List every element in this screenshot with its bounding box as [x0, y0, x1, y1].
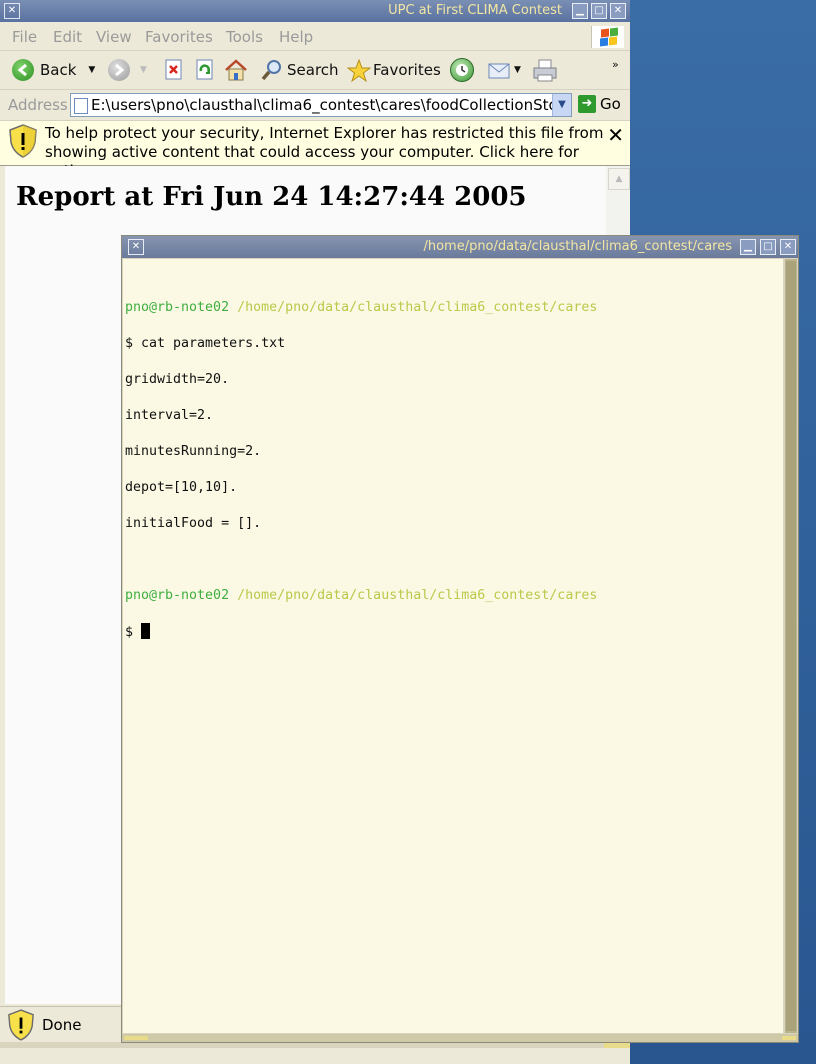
favorites-label: Favorites [373, 61, 441, 79]
terminal-scroll-thumb[interactable] [786, 261, 796, 1031]
mail-icon [488, 59, 510, 81]
ie-system-menu-icon[interactable]: ✕ [4, 3, 20, 19]
menu-tools[interactable]: Tools [226, 28, 263, 46]
ie-title-bar[interactable]: ✕ UPC at First CLIMA Contest ▁ □ ✕ [0, 0, 630, 22]
address-value: E:\users\pno\clausthal\clima6_contest\ca… [91, 96, 572, 114]
ie-maximize-button[interactable]: □ [591, 3, 607, 19]
standard-toolbar: Back ▼ ▼ Search Favorites ▼ » [0, 51, 630, 90]
stop-button[interactable] [163, 57, 185, 83]
address-bar: Address E:\users\pno\clausthal\clima6_co… [0, 90, 630, 121]
report-heading: Report at Fri Jun 24 14:27:44 2005 [16, 182, 527, 212]
home-icon [224, 59, 247, 81]
terminal-output[interactable]: pno@rb-note02 /home/pno/data/clausthal/c… [123, 259, 783, 1033]
terminal-system-menu-icon[interactable]: ✕ [128, 239, 144, 255]
forward-arrow-icon [108, 59, 130, 81]
terminal-window: ✕ /home/pno/data/clausthal/clima6_contes… [121, 235, 799, 1043]
menu-bar: File Edit View Favorites Tools Help [0, 24, 630, 51]
prompt-user: pno@rb-note02 [125, 588, 230, 603]
security-shield-icon [9, 124, 37, 158]
text-cursor [141, 623, 151, 639]
terminal-window-title: /home/pno/data/clausthal/clima6_contest/… [423, 239, 732, 254]
status-shield-icon [8, 1009, 34, 1041]
menu-help[interactable]: Help [279, 28, 313, 46]
prompt-symbol: $ [125, 625, 134, 640]
input-line[interactable]: $ [125, 623, 597, 642]
ie-close-button[interactable]: ✕ [610, 3, 626, 19]
terminal-resize-grip-left[interactable] [124, 1036, 148, 1040]
scroll-up-icon[interactable]: ▲ [608, 168, 630, 190]
terminal-close-button[interactable]: ✕ [780, 239, 796, 255]
terminal-maximize-button[interactable]: □ [760, 239, 776, 255]
terminal-title-bar[interactable]: ✕ /home/pno/data/clausthal/clima6_contes… [122, 236, 798, 258]
menu-favorites[interactable]: Favorites [145, 28, 213, 46]
page-scrollbar[interactable]: ▲ [606, 166, 630, 236]
back-dropdown-icon[interactable]: ▼ [88, 65, 95, 75]
address-input[interactable]: E:\users\pno\clausthal\clima6_contest\ca… [70, 93, 572, 117]
menu-edit[interactable]: Edit [53, 28, 82, 46]
go-button[interactable]: ➜ Go [578, 95, 621, 113]
history-icon [450, 58, 474, 82]
forward-button[interactable]: ▼ [108, 57, 147, 83]
menu-view[interactable]: View [96, 28, 132, 46]
ie-window-title: UPC at First CLIMA Contest [388, 3, 562, 18]
back-arrow-icon [12, 59, 34, 81]
terminal-minimize-button[interactable]: ▁ [740, 239, 756, 255]
status-text: Done [42, 1016, 82, 1034]
toolbar-chevron-icon[interactable]: » [612, 51, 619, 77]
ie-minimize-button[interactable]: ▁ [572, 3, 588, 19]
favorites-button[interactable]: Favorites [346, 57, 441, 83]
output-line: gridwidth=20. [125, 372, 230, 387]
refresh-button[interactable] [194, 57, 216, 83]
history-button[interactable] [450, 57, 474, 83]
page-icon [74, 98, 88, 114]
output-line: minutesRunning=2. [125, 444, 262, 459]
address-label: Address [8, 96, 68, 114]
search-button[interactable]: Search [261, 57, 339, 83]
output-line: initialFood = []. [125, 516, 262, 531]
search-label: Search [287, 61, 339, 79]
security-info-bar[interactable]: To help protect your security, Internet … [0, 121, 630, 180]
terminal-resize-grip-right[interactable] [782, 1036, 796, 1040]
magnifier-icon [261, 59, 283, 81]
back-label: Back [40, 61, 77, 79]
terminal-bottom-edge [122, 1034, 798, 1042]
output-line: depot=[10,10]. [125, 480, 238, 495]
mail-button[interactable]: ▼ [488, 57, 521, 83]
printer-icon [532, 59, 557, 82]
print-button[interactable] [532, 57, 557, 83]
windows-logo-icon [591, 26, 624, 48]
forward-dropdown-icon: ▼ [140, 65, 147, 75]
star-icon [346, 58, 372, 83]
command-line: $ cat parameters.txt [125, 336, 286, 351]
refresh-icon [194, 59, 216, 81]
mail-dropdown-icon[interactable]: ▼ [514, 65, 521, 75]
prompt-line: pno@rb-note02 /home/pno/data/clausthal/c… [125, 299, 597, 317]
stop-icon [163, 59, 185, 81]
prompt-path: /home/pno/data/clausthal/clima6_contest/… [237, 588, 598, 603]
go-label: Go [600, 95, 621, 113]
output-line: interval=2. [125, 408, 214, 423]
address-dropdown-icon[interactable]: ▼ [552, 94, 571, 116]
info-bar-close-icon[interactable]: ✕ [607, 123, 624, 147]
terminal-scrollbar[interactable] [785, 259, 797, 1033]
prompt-path: /home/pno/data/clausthal/clima6_contest/… [237, 300, 598, 315]
prompt-user: pno@rb-note02 [125, 300, 230, 315]
home-button[interactable] [224, 57, 247, 83]
menu-file[interactable]: File [12, 28, 37, 46]
back-button[interactable]: Back ▼ [12, 57, 95, 83]
go-arrow-icon: ➜ [578, 95, 596, 113]
prompt-line: pno@rb-note02 /home/pno/data/clausthal/c… [125, 587, 597, 605]
